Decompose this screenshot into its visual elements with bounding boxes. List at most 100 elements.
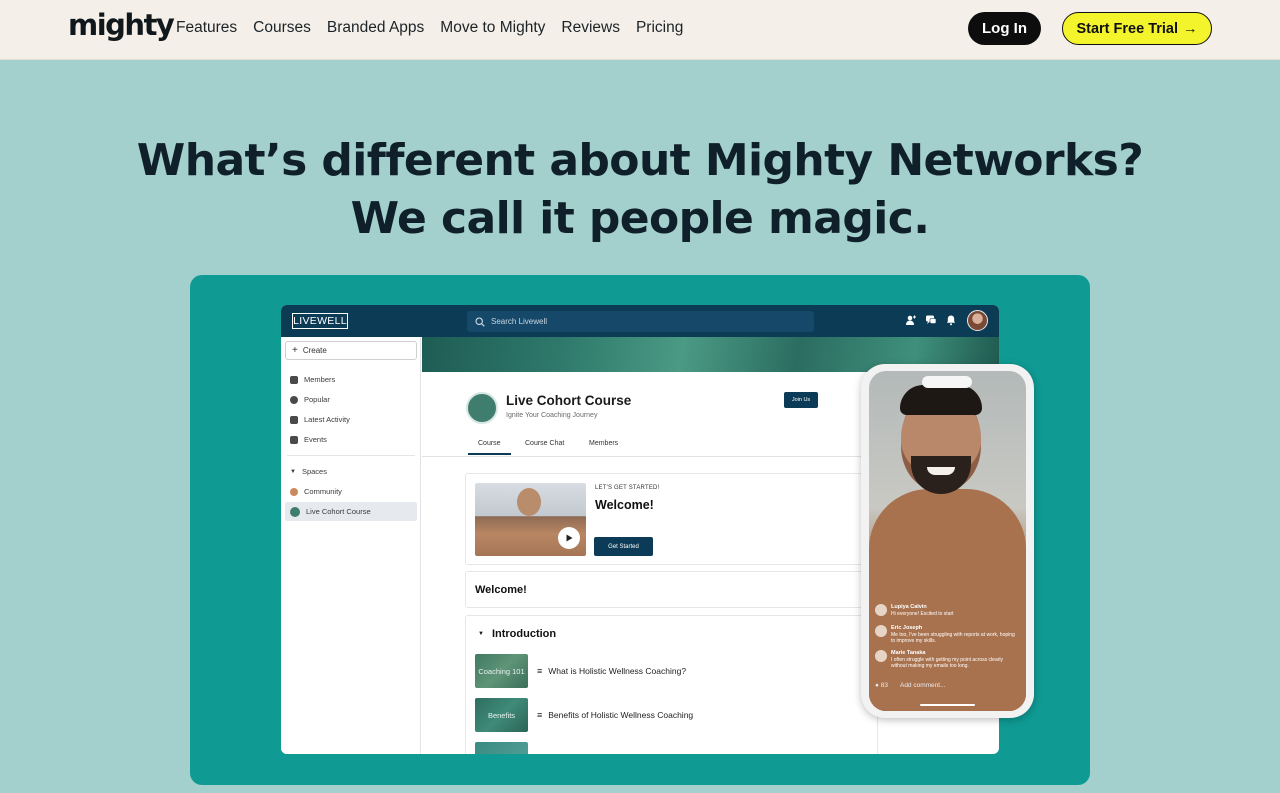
sidebar-space-community[interactable]: Community [290, 487, 342, 496]
hero-headline: What’s different about Mighty Networks? … [0, 132, 1280, 248]
top-navigation-bar: mighty Features Courses Branded Apps Mov… [0, 0, 1280, 60]
app-top-icons [905, 314, 957, 326]
spaces-toggle[interactable]: ▼ Spaces [290, 467, 327, 476]
course-title: Live Cohort Course [506, 393, 632, 408]
hero-line-2: We call it people magic. [350, 193, 930, 244]
commenter-avatar [875, 650, 887, 662]
lesson-title: What is Holistic Wellness Coaching? [548, 666, 687, 676]
phone-live-video: Lupiya Calvin Hi everyone! Excited to sta… [869, 371, 1026, 711]
start-free-trial-button[interactable]: Start Free Trial → [1062, 12, 1212, 45]
app-top-bar: LIVEWELL Search Livewell [281, 305, 999, 337]
commenter-name: Eric Joseph [891, 625, 923, 631]
tab-course-chat[interactable]: Course Chat [525, 440, 564, 447]
nav-branded-apps[interactable]: Branded Apps [327, 19, 424, 37]
play-button[interactable] [558, 527, 580, 549]
spaces-label: Spaces [301, 467, 327, 476]
sidebar-popular-label: Popular [304, 395, 330, 404]
add-comment-input[interactable]: Add comment... [900, 682, 946, 689]
members-icon [290, 375, 298, 384]
get-started-button[interactable]: Get Started [594, 537, 653, 556]
sidebar-item-events[interactable]: Events [290, 435, 327, 444]
comment-text: Me too, I've been struggling with report… [891, 631, 1015, 645]
lesson-item[interactable]: ≡ What is Holistic Wellness Coaching? [537, 666, 686, 676]
create-label: Create [302, 346, 327, 355]
commenter-name: Lupiya Calvin [891, 604, 927, 610]
community-icon [290, 487, 298, 496]
introduction-header[interactable]: ▼ Introduction [478, 628, 556, 640]
sidebar-item-latest-activity[interactable]: Latest Activity [290, 415, 350, 424]
commenter-avatar [875, 604, 887, 616]
course-logo [466, 392, 498, 424]
nav-pricing[interactable]: Pricing [636, 19, 683, 37]
calendar-icon [290, 435, 298, 444]
user-avatar[interactable] [967, 310, 988, 331]
lesson-title: Benefits of Holistic Wellness Coaching [548, 710, 694, 720]
commenter-avatar [875, 625, 887, 637]
search-placeholder: Search Livewell [491, 317, 548, 326]
viewer-count-value: 83 [880, 682, 888, 689]
sidebar-latest-activity-label: Latest Activity [304, 415, 350, 424]
lesson-item[interactable]: ≡ Benefits of Holistic Wellness Coaching [537, 710, 693, 720]
chat-comment: Lupiya Calvin Hi everyone! Excited to sta… [875, 604, 954, 617]
sidebar-item-popular[interactable]: Popular [290, 395, 330, 404]
comment-text: Hi everyone! Excited to start [891, 610, 954, 617]
plus-icon: + [292, 345, 298, 356]
presenter-face [517, 488, 541, 516]
welcome-section-card[interactable]: Welcome! [465, 571, 878, 608]
search-icon [475, 316, 485, 327]
nav-features[interactable]: Features [176, 19, 237, 37]
tab-members[interactable]: Members [589, 440, 618, 447]
presenter-hair [900, 385, 982, 415]
app-sidebar: + Create Members Popular Latest Activity… [281, 337, 421, 754]
sidebar-space-live-cohort-course[interactable]: Live Cohort Course [285, 502, 417, 521]
arrow-right-icon: → [1183, 20, 1198, 37]
chat-comment: Marie Tanaka I often struggle with gettin… [875, 650, 1015, 670]
home-indicator [920, 704, 975, 706]
sidebar-events-label: Events [304, 435, 327, 444]
chat-icon[interactable] [925, 314, 937, 326]
caret-down-icon: ▼ [478, 631, 484, 637]
welcome-video-thumbnail[interactable] [475, 483, 586, 556]
introduction-title: Introduction [491, 628, 557, 640]
chat-comment: Eric Joseph Me too, I've been struggling … [875, 625, 1015, 645]
main-nav: Features Courses Branded Apps Move to Mi… [176, 19, 683, 37]
sidebar-divider [287, 455, 415, 456]
viewer-count: ● 83 [875, 682, 888, 689]
nav-reviews[interactable]: Reviews [561, 19, 620, 37]
presenter-body [869, 489, 1026, 711]
community-label: Community [304, 487, 342, 496]
caret-down-icon: ▼ [290, 468, 296, 475]
lesson-thumbnail[interactable] [475, 742, 528, 754]
login-button[interactable]: Log In [968, 12, 1041, 45]
card-kicker: LET'S GET STARTED! [595, 485, 660, 491]
live-cohort-course-label: Live Cohort Course [306, 507, 371, 516]
introduction-section: ▼ Introduction Coaching 101 ≡ What is Hol… [465, 615, 878, 754]
nav-courses[interactable]: Courses [253, 19, 311, 37]
sidebar-item-members[interactable]: Members [290, 375, 335, 384]
lines-icon: ≡ [537, 710, 543, 720]
livewell-brand[interactable]: LIVEWELL [292, 313, 348, 329]
bell-icon[interactable] [945, 314, 957, 326]
tab-course[interactable]: Course [468, 440, 511, 455]
course-subtitle: Ignite Your Coaching Journey [506, 412, 598, 419]
presenter-smile [927, 467, 955, 475]
hero-line-1: What’s different about Mighty Networks? [136, 135, 1144, 186]
invite-people-icon[interactable] [905, 314, 917, 326]
comment-text: I often struggle with getting my point a… [891, 656, 1003, 670]
welcome-card: LET'S GET STARTED! Welcome! Get Started [465, 473, 878, 565]
play-icon [566, 534, 573, 542]
nav-move-to-mighty[interactable]: Move to Mighty [440, 19, 545, 37]
welcome-section-title: Welcome! [475, 584, 527, 596]
welcome-title: Welcome! [595, 498, 654, 512]
mighty-logo[interactable]: mighty [68, 8, 175, 42]
commenter-name: Marie Tanaka [891, 650, 926, 656]
people-icon: ● [875, 682, 879, 689]
sidebar-members-label: Members [304, 375, 336, 384]
add-comment-bar[interactable]: ● 83 Add comment... [875, 682, 946, 689]
lesson-thumbnail[interactable]: Coaching 101 [475, 654, 528, 688]
app-search-input[interactable]: Search Livewell [467, 311, 814, 332]
join-us-button[interactable]: Join Us [784, 392, 818, 408]
lines-icon: ≡ [537, 666, 543, 676]
lesson-thumbnail[interactable]: Benefits [475, 698, 528, 732]
create-button[interactable]: + Create [285, 341, 417, 360]
